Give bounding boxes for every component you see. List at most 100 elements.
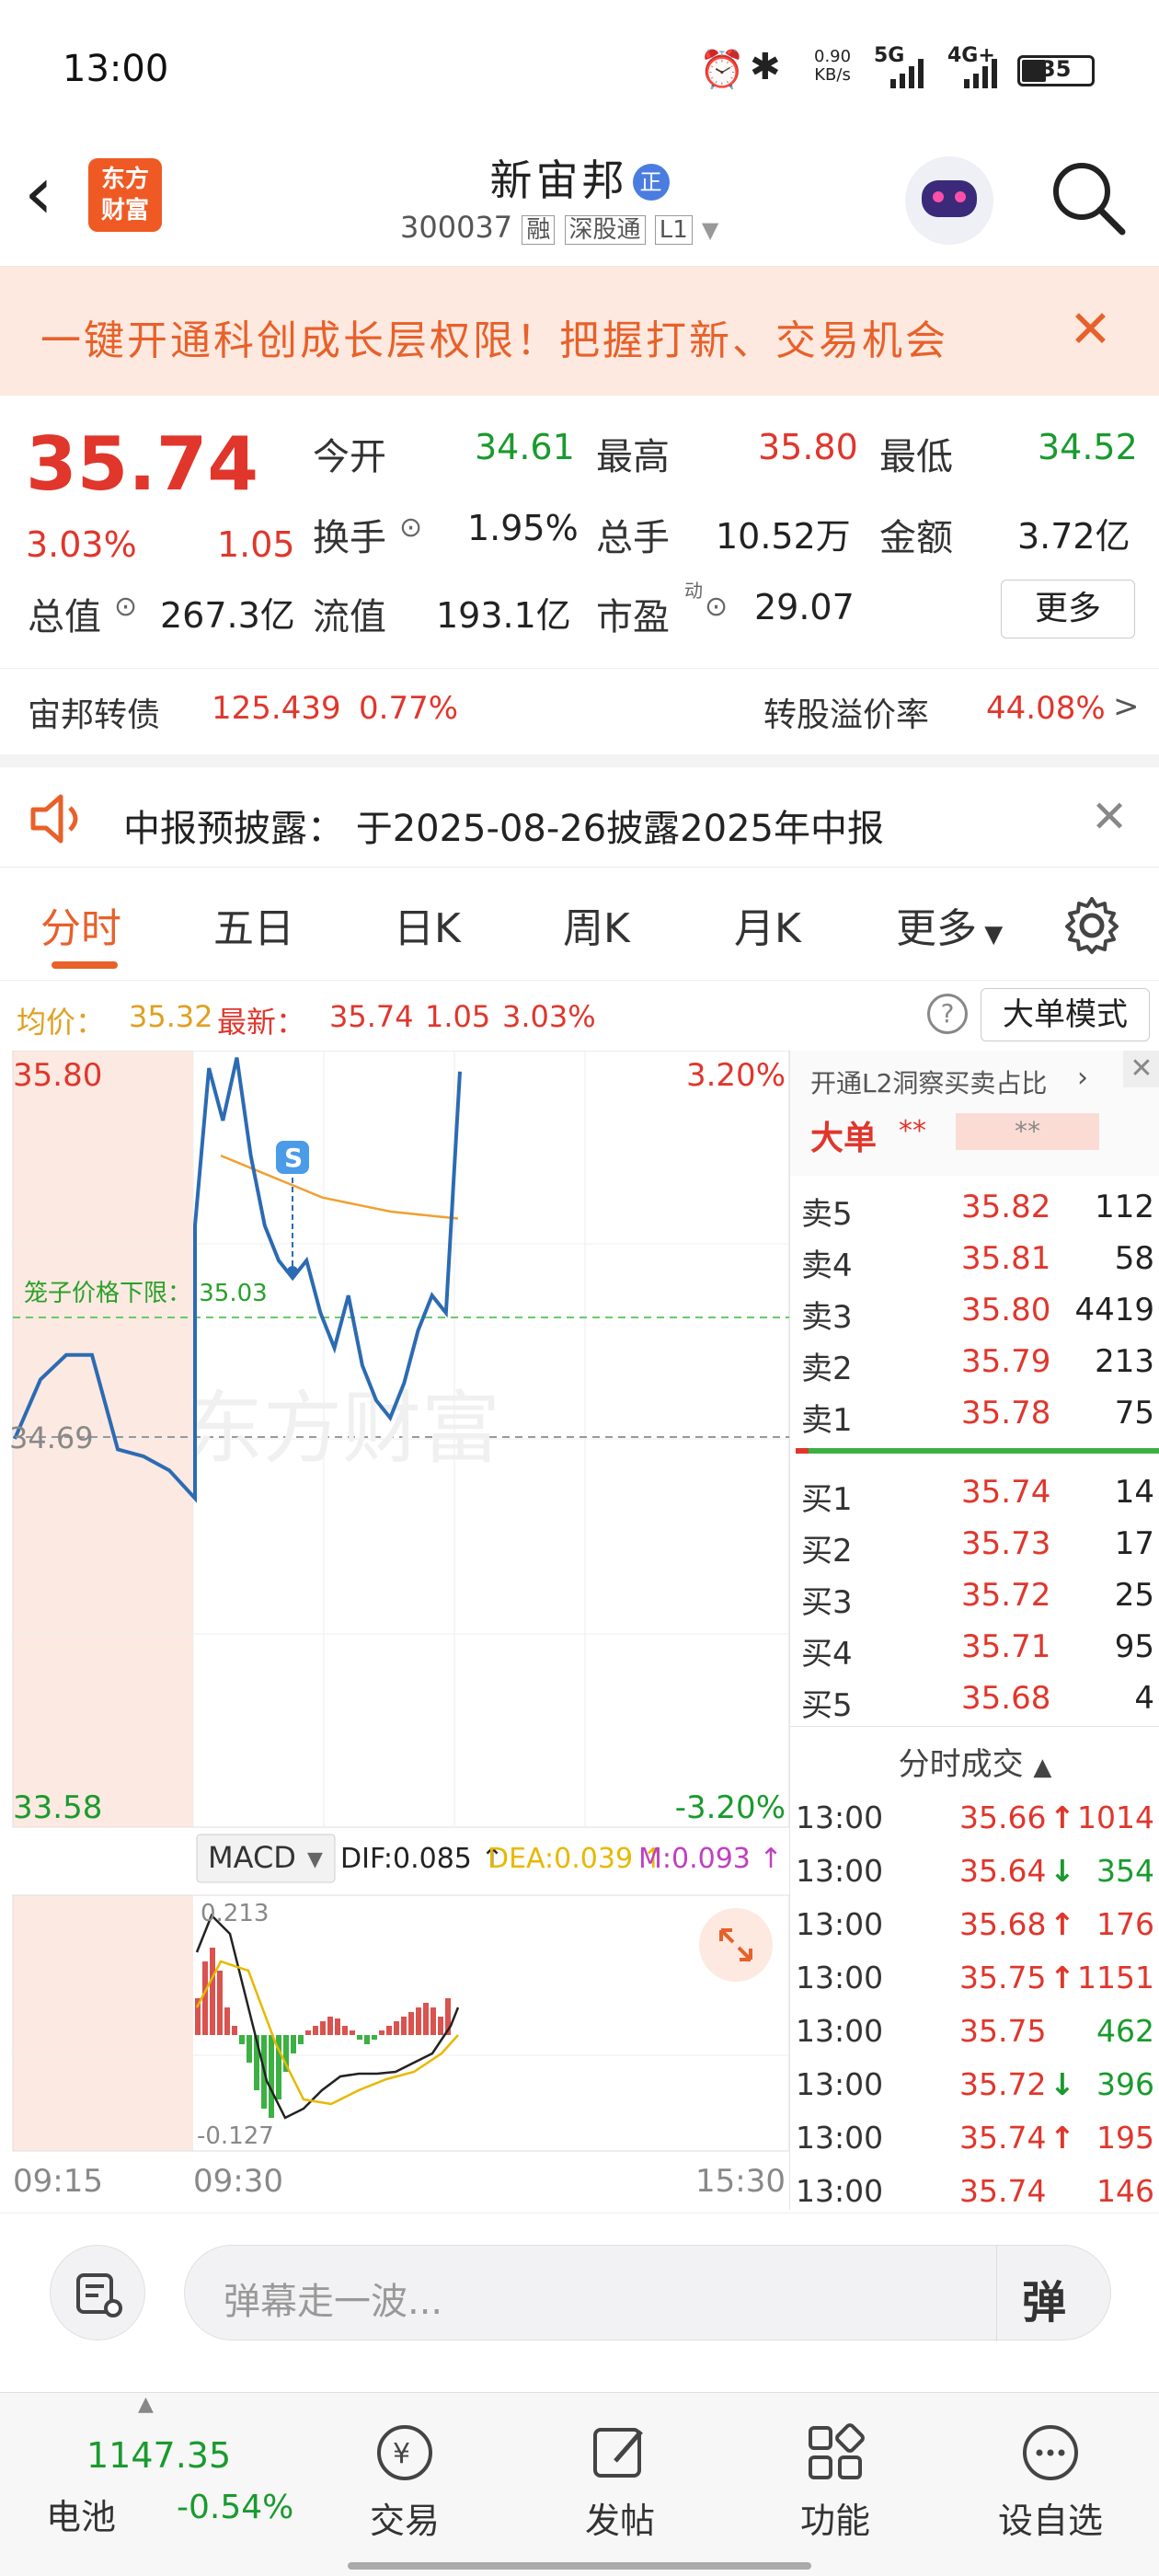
ask-price: 35.81 xyxy=(961,1240,1051,1277)
nav-post[interactable]: 发帖 xyxy=(537,2421,703,2543)
more-dots-icon xyxy=(1023,2425,1078,2480)
ask-row[interactable]: 卖1 35.78 75 xyxy=(790,1387,1159,1439)
tab-5day[interactable]: 五日 xyxy=(213,895,294,954)
turnover-label: 换手 xyxy=(313,517,386,559)
bottom-nav: ▲ 1147.35 电池 -0.54% ¥ 交易 发帖 功能 设自选 xyxy=(0,2392,1159,2576)
big-order-value: ** xyxy=(899,1115,926,1147)
trade-volume: 396 xyxy=(1096,2066,1154,2102)
back-button[interactable]: ‹ xyxy=(24,156,53,230)
trade-time: 13:00 xyxy=(796,2120,884,2156)
tab-more[interactable]: 更多 ▼ xyxy=(896,895,1003,954)
macd-bar xyxy=(401,2017,407,2035)
bid-row[interactable]: 买4 35.71 95 xyxy=(790,1621,1159,1673)
bid-level: 买2 xyxy=(801,1533,853,1570)
trade-price: 35.74 xyxy=(959,2173,1047,2209)
index-ticker[interactable]: 1147.35 电池 -0.54% xyxy=(0,2411,313,2549)
info-icon[interactable]: ⊙ xyxy=(114,591,137,623)
ask-row[interactable]: 卖2 35.79 213 xyxy=(790,1336,1159,1387)
order-book: 开通L2洞察买卖占比 › ✕ 大单 ** ** 卖5 35.82 112 卖4 … xyxy=(789,1051,1159,2210)
nav-add-watchlist[interactable]: 设自选 xyxy=(968,2421,1133,2543)
trade-price: 35.64 xyxy=(959,1853,1047,1889)
time-end-label: 15:30 xyxy=(695,2163,786,2200)
app-logo[interactable]: 东方 财富 xyxy=(88,158,162,232)
title-block[interactable]: 新宙邦 正 xyxy=(396,147,763,208)
float-label: 流值 xyxy=(313,596,386,638)
trade-price: 35.66 xyxy=(959,1800,1047,1835)
premium-label[interactable]: 转股溢价率 xyxy=(763,688,929,736)
promo-banner[interactable]: 一键开通科创成长层权限！把握打新、交易机会 ✕ xyxy=(0,267,1159,396)
nav-functions[interactable]: 功能 xyxy=(752,2421,918,2543)
close-icon[interactable]: ✕ xyxy=(1069,300,1112,360)
assistant-avatar[interactable] xyxy=(905,156,993,245)
trade-price: 35.74 xyxy=(959,2120,1047,2156)
tab-daily-k[interactable]: 日K xyxy=(394,895,461,954)
latest-value: 35.74 xyxy=(329,999,414,1034)
big-order-mode-button[interactable]: 大单模式 xyxy=(981,988,1150,1041)
stock-code-row[interactable]: 300037 融 深股通 L1 ▼ xyxy=(400,210,718,245)
chevron-right-icon[interactable]: > xyxy=(1113,688,1140,725)
settings-gear-icon[interactable] xyxy=(1061,895,1122,956)
macd-bar xyxy=(386,2026,392,2035)
ask-row[interactable]: 卖4 35.81 58 xyxy=(790,1233,1159,1284)
help-icon[interactable]: ? xyxy=(927,994,968,1034)
macd-bar xyxy=(372,2035,377,2040)
bid-row[interactable]: 买2 35.73 17 xyxy=(790,1518,1159,1570)
y-axis-bottom-label: 33.58 xyxy=(13,1789,102,1826)
close-icon[interactable]: ✕ xyxy=(1123,1051,1159,1087)
index-pct: -0.54% xyxy=(177,2489,294,2526)
trades-title-row[interactable]: 分时成交 ▲ xyxy=(790,1739,1159,1784)
y-axis-top-label: 35.80 xyxy=(13,1057,102,1094)
price-chart-svg[interactable]: 东方财富 S 35.80 33.58 3.20% -3.20% 34.69 笼子… xyxy=(0,1051,789,2210)
note-settings-button[interactable] xyxy=(50,2245,145,2340)
ask-level: 卖5 xyxy=(801,1196,853,1233)
bond-pct: 0.77% xyxy=(359,690,459,727)
l2-promo[interactable]: 开通L2洞察买卖占比 › ✕ 大单 ** ** xyxy=(790,1051,1159,1176)
bid-volume: 4 xyxy=(1134,1680,1154,1717)
open-label: 今开 xyxy=(313,436,386,478)
macd-bar xyxy=(313,2026,318,2035)
macd-bar xyxy=(335,2018,340,2035)
open-value: 34.61 xyxy=(475,427,575,467)
avg-value: 35.32 xyxy=(129,999,213,1034)
macd-bar xyxy=(210,1948,215,2035)
danmu-input[interactable]: 弹幕走一波... 弹 xyxy=(184,2245,1111,2341)
info-icon[interactable]: ⊙ xyxy=(705,591,728,623)
notice-bar[interactable]: 中报预披露： 于2025-08-26披露2025年中报 ✕ xyxy=(0,754,1159,867)
tab-active-indicator xyxy=(52,961,118,969)
info-icon[interactable]: ⊙ xyxy=(399,512,422,544)
ask-row[interactable]: 卖3 35.80 4419 xyxy=(790,1284,1159,1336)
tab-weekly-k[interactable]: 周K xyxy=(563,895,630,954)
ask-price: 35.78 xyxy=(961,1395,1051,1432)
bond-label[interactable]: 宙邦转债 xyxy=(28,688,160,736)
pe-dynamic-sup: 动 xyxy=(684,580,703,602)
price-pct: 3.03% xyxy=(26,524,137,565)
bid-row[interactable]: 买5 35.68 4 xyxy=(790,1673,1159,1724)
tab-intraday[interactable]: 分时 xyxy=(40,895,121,954)
battery-icon: 35 xyxy=(1017,55,1095,86)
danmu-toggle-button[interactable]: 弹 xyxy=(1022,2266,1066,2330)
macd-bar xyxy=(269,2035,274,2118)
trade-volume: 195 xyxy=(1096,2120,1154,2156)
stock-name: 新宙邦 xyxy=(489,155,628,205)
signal-dot xyxy=(287,1266,298,1277)
trade-direction-icon: ↑ xyxy=(1050,1960,1075,1995)
bid-row[interactable]: 买3 35.72 25 xyxy=(790,1570,1159,1621)
nav-trade[interactable]: ¥ 交易 xyxy=(322,2421,488,2543)
macd-auction-shade xyxy=(13,1895,193,2151)
stock-code: 300037 xyxy=(400,210,513,245)
tab-monthly-k[interactable]: 月K xyxy=(734,895,801,954)
nav-post-label: 发帖 xyxy=(584,2501,655,2541)
more-button[interactable]: 更多 xyxy=(1001,580,1135,638)
float-value: 193.1亿 xyxy=(436,595,571,636)
bid-row[interactable]: 买1 35.74 14 xyxy=(790,1466,1159,1518)
intraday-chart[interactable]: 东方财富 S 35.80 33.58 3.20% -3.20% 34.69 笼子… xyxy=(0,1051,789,2210)
ask-row[interactable]: 卖5 35.82 112 xyxy=(790,1181,1159,1233)
bid-price: 35.72 xyxy=(961,1577,1051,1614)
macd-bottom-label: -0.127 xyxy=(197,2122,274,2150)
svg-text:MACD: MACD xyxy=(208,1840,296,1875)
ask-level: 卖3 xyxy=(801,1299,853,1336)
search-icon[interactable] xyxy=(1049,158,1128,237)
expand-button[interactable] xyxy=(699,1908,773,1982)
edit-icon xyxy=(593,2428,643,2478)
close-icon[interactable]: ✕ xyxy=(1091,791,1128,843)
